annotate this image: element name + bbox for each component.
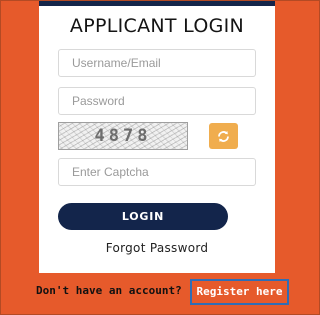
- login-card: APPLICANT LOGIN 4878 LOGIN Forgot Passwo…: [39, 1, 275, 273]
- captcha-image: 4878: [58, 122, 188, 150]
- refresh-icon: [218, 130, 229, 143]
- password-input[interactable]: [58, 87, 256, 115]
- card-top-bar: [39, 1, 275, 6]
- page-title: APPLICANT LOGIN: [69, 15, 245, 37]
- username-input[interactable]: [58, 49, 256, 77]
- login-button[interactable]: LOGIN: [58, 203, 228, 230]
- login-page-frame: APPLICANT LOGIN 4878 LOGIN Forgot Passwo…: [0, 0, 320, 315]
- forgot-password-link[interactable]: Forgot Password: [39, 241, 275, 255]
- captcha-input[interactable]: [58, 158, 256, 186]
- register-here-button[interactable]: Register here: [190, 279, 289, 305]
- refresh-captcha-button[interactable]: [209, 123, 238, 149]
- no-account-text: Don't have an account?: [36, 284, 182, 297]
- captcha-text: 4878: [94, 126, 152, 146]
- register-here-label: Register here: [196, 285, 283, 298]
